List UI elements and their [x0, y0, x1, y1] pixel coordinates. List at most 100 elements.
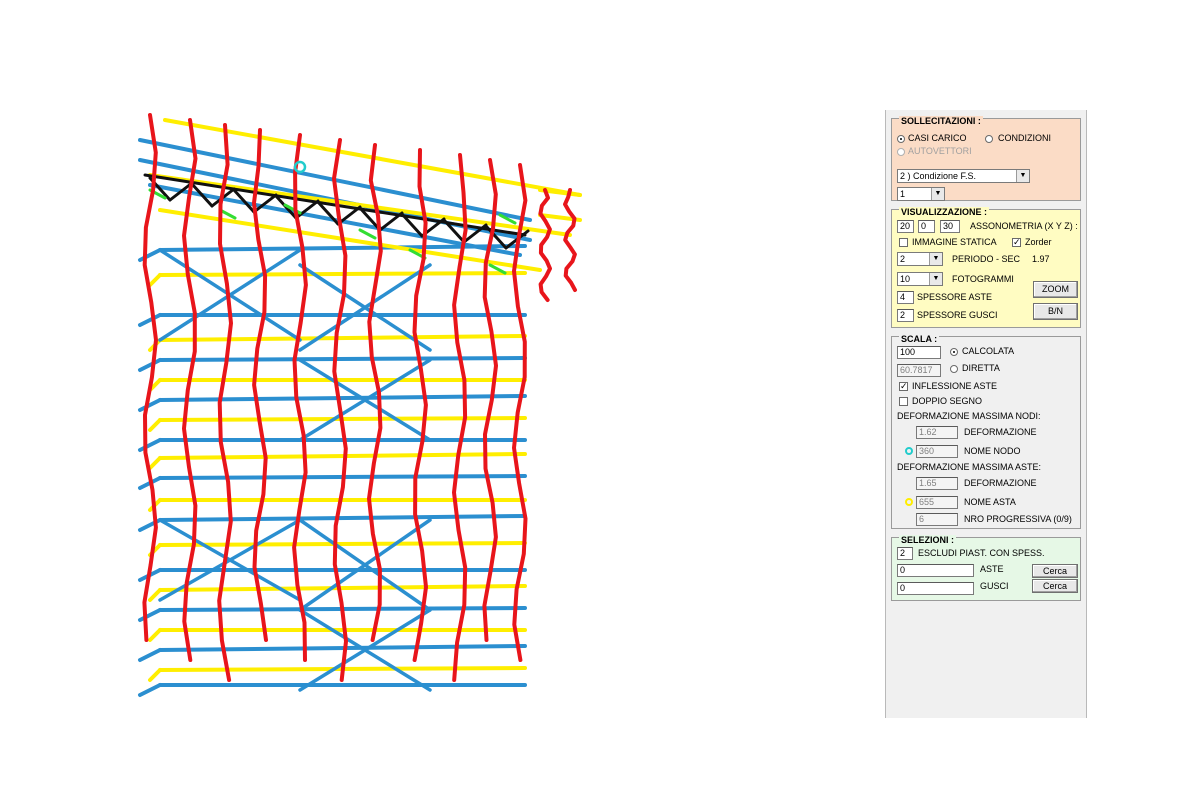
def-aste-header: DEFORMAZIONE MASSIMA ASTE: [897, 462, 1042, 472]
scala-diretta-input: 60.7817 [897, 364, 941, 377]
inflessione-checkbox[interactable]: ✓ [899, 382, 908, 391]
escludi-label: ESCLUDI PIAST. CON SPESS. [918, 548, 1045, 558]
axo-y-input[interactable]: 0 [918, 220, 935, 233]
floor-beam [158, 271, 527, 277]
floor-beam [148, 628, 162, 642]
selezioni-title: SELEZIONI : [899, 535, 957, 545]
diretta-label[interactable]: DIRETTA [962, 363, 1000, 373]
floor-beam [148, 418, 162, 432]
zorder-label[interactable]: Zorder [1025, 237, 1052, 247]
axo-label: ASSONOMETRIA (X Y Z) : [970, 221, 1078, 231]
scala-calcolata-input[interactable]: 100 [897, 346, 941, 359]
visualizzazione-group: VISUALIZZAZIONE : 20 0 30 ASSONOMETRIA (… [891, 207, 1081, 328]
floor-beam [148, 456, 162, 470]
truss-diagonal [378, 211, 404, 232]
nome-nodo-value: 360 [916, 445, 958, 458]
casi-carico-radio[interactable] [897, 135, 905, 143]
nodi-deformazione-value: 1.62 [916, 426, 958, 439]
floor-beam [138, 438, 162, 452]
control-panel: SOLLECITAZIONI : CASI CARICO CONDIZIONI … [885, 110, 1087, 718]
aste-deformazione-label: DEFORMAZIONE [964, 478, 1037, 488]
casi-carico-label[interactable]: CASI CARICO [908, 133, 967, 143]
selezioni-group: SELEZIONI : 2 ESCLUDI PIAST. CON SPESS. … [891, 535, 1081, 601]
chevron-down-icon[interactable]: ▼ [929, 253, 942, 265]
floor-beam [158, 644, 527, 652]
cerca-aste-button[interactable]: Cerca [1032, 564, 1078, 578]
floor-beam [158, 584, 527, 592]
nro-progressiva-label: NRO PROGRESSIVA (0/9) [964, 514, 1072, 524]
column-deformed [217, 123, 233, 682]
spessore-aste-label: SPESSORE ASTE [917, 292, 993, 302]
immagine-statica-checkbox[interactable] [899, 238, 908, 247]
periodo-label: PERIODO - SEC [952, 254, 1021, 264]
floor-beam [148, 668, 162, 682]
autovettori-radio [897, 148, 905, 156]
index-select-value: 1 [900, 189, 906, 199]
floor-beam [138, 648, 162, 662]
periodo-select-value: 2 [900, 254, 906, 264]
nodi-deformazione-label: DEFORMAZIONE [964, 427, 1037, 437]
column-deformed [142, 113, 158, 642]
autovettori-label: AUTOVETTORI [908, 146, 972, 156]
floor-beam [158, 541, 527, 547]
floor-beam [158, 334, 527, 342]
escludi-input[interactable]: 2 [897, 547, 913, 560]
calcolata-radio[interactable] [950, 348, 958, 356]
floor-beam [158, 514, 527, 522]
nome-asta-label: NOME ASTA [964, 497, 1016, 507]
condition-select-value: 2 ) Condizione F.S. [900, 171, 977, 181]
doppio-segno-label[interactable]: DOPPIO SEGNO [912, 396, 982, 406]
scala-group: SCALA : 100 CALCOLATA 60.7817 DIRETTA ✓ … [891, 334, 1081, 529]
floor-beam [138, 398, 162, 412]
chevron-down-icon[interactable]: ▼ [929, 273, 942, 285]
condizioni-label[interactable]: CONDIZIONI [998, 133, 1051, 143]
chevron-down-icon[interactable]: ▼ [931, 188, 944, 200]
axo-z-input[interactable]: 30 [940, 220, 960, 233]
index-select[interactable]: 1 ▼ [897, 187, 945, 201]
link-element [358, 228, 377, 240]
nro-progressiva-value: 6 [916, 513, 958, 526]
sollecitazioni-group: SOLLECITAZIONI : CASI CARICO CONDIZIONI … [891, 116, 1081, 201]
condizioni-radio[interactable] [985, 135, 993, 143]
beam-marker-icon [905, 498, 913, 506]
nome-nodo-label: NOME NODO [964, 446, 1021, 456]
axo-x-input[interactable]: 20 [897, 220, 914, 233]
visualizzazione-title: VISUALIZZAZIONE : [899, 207, 989, 217]
def-nodi-header: DEFORMAZIONE MASSIMA NODI: [897, 411, 1041, 421]
fotogrammi-select-value: 10 [900, 274, 911, 284]
cerca-gusci-button[interactable]: Cerca [1032, 579, 1078, 593]
periodo-select[interactable]: 2 ▼ [897, 252, 943, 266]
inflessione-label[interactable]: INFLESSIONE ASTE [912, 381, 997, 391]
node-marker-icon [905, 447, 913, 455]
floor-beam [148, 273, 162, 287]
model-viewport[interactable] [0, 0, 880, 800]
floor-beam [138, 358, 162, 372]
zoom-button[interactable]: ZOOM [1033, 281, 1078, 298]
nome-asta-value: 655 [916, 496, 958, 509]
column-deformed [412, 148, 428, 662]
column-deformed [563, 188, 577, 292]
gusci-label: GUSCI [980, 581, 1009, 591]
spessore-aste-input[interactable]: 4 [897, 291, 914, 304]
floor-beam [158, 394, 527, 402]
immagine-statica-label[interactable]: IMMAGINE STATICA [912, 237, 997, 247]
calcolata-label[interactable]: CALCOLATA [962, 346, 1014, 356]
scala-title: SCALA : [899, 334, 940, 344]
fotogrammi-label: FOTOGRAMMI [952, 274, 1014, 284]
floor-beam [138, 683, 162, 697]
gusci-input[interactable]: 0 [897, 582, 974, 595]
spessore-gusci-input[interactable]: 2 [897, 309, 914, 322]
condition-select[interactable]: 2 ) Condizione F.S. ▼ [897, 169, 1030, 183]
spessore-gusci-label: SPESSORE GUSCI [917, 310, 998, 320]
floor-beam [148, 588, 162, 602]
bn-button[interactable]: B/N [1033, 303, 1078, 320]
structure-model [138, 113, 582, 697]
doppio-segno-checkbox[interactable] [899, 397, 908, 406]
aste-label: ASTE [980, 564, 1004, 574]
chevron-down-icon[interactable]: ▼ [1016, 170, 1029, 182]
aste-input[interactable]: 0 [897, 564, 974, 577]
fotogrammi-select[interactable]: 10 ▼ [897, 272, 943, 286]
periodo-sec-value: 1.97 [1032, 254, 1050, 264]
diretta-radio[interactable] [950, 365, 958, 373]
zorder-checkbox[interactable]: ✓ [1012, 238, 1021, 247]
